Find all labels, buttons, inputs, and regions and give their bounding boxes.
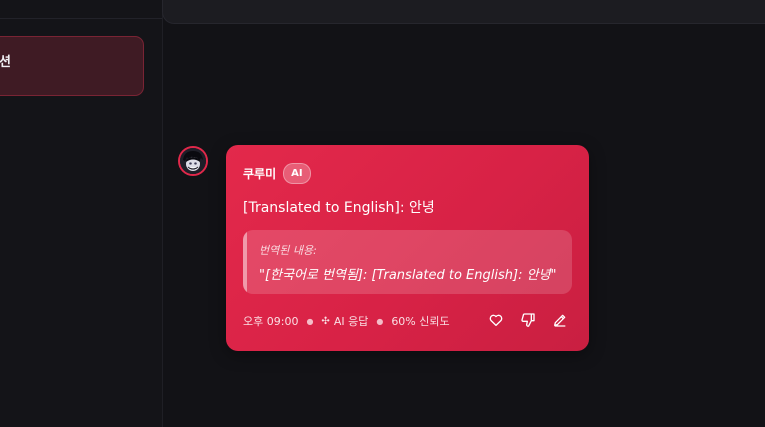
- sparkle-icon: ✣: [321, 315, 330, 327]
- heart-icon: [489, 314, 503, 326]
- sender-name: 쿠루미: [243, 167, 277, 181]
- like-button[interactable]: [487, 311, 505, 329]
- chat-screen: 션 쿠루미 AI [Translated to English]: 안녕 번역된…: [0, 0, 765, 427]
- confidence-label: 60% 신뢰도: [391, 315, 450, 328]
- separator-dot: ●: [376, 316, 384, 326]
- avatar[interactable]: [178, 146, 208, 176]
- dislike-button[interactable]: [519, 311, 537, 329]
- sidebar-divider: [0, 18, 162, 19]
- message-meta: 오후 09:00 ● ✣ AI 응답 ● 60% 신뢰도: [243, 313, 450, 329]
- edit-icon: [554, 314, 566, 327]
- character-avatar-icon: [180, 148, 206, 174]
- translation-label: 번역된 내용:: [259, 244, 317, 257]
- top-panel: [162, 0, 765, 24]
- message-type: AI 응답: [333, 315, 369, 328]
- message-time: 오후 09:00: [243, 315, 299, 328]
- translation-text: "[한국어로 번역됨]: [Translated to English]: 안녕…: [259, 268, 557, 283]
- quote-bar: [243, 230, 247, 294]
- sidebar-item-label: 션: [0, 55, 11, 70]
- sidebar-item-active[interactable]: 션: [0, 36, 144, 96]
- thumbs-down-icon: [521, 313, 535, 327]
- message-bubble: 쿠루미 AI [Translated to English]: 안녕 번역된 내…: [226, 145, 589, 351]
- sender-row: 쿠루미 AI: [243, 163, 311, 184]
- message-text: [Translated to English]: 안녕: [243, 200, 435, 216]
- message-actions: [487, 311, 569, 329]
- separator-dot: ●: [306, 316, 314, 326]
- edit-button[interactable]: [551, 311, 569, 329]
- sidebar: 션: [0, 0, 163, 427]
- ai-badge: AI: [283, 163, 311, 184]
- translation-box: 번역된 내용: "[한국어로 번역됨]: [Translated to Engl…: [243, 230, 572, 294]
